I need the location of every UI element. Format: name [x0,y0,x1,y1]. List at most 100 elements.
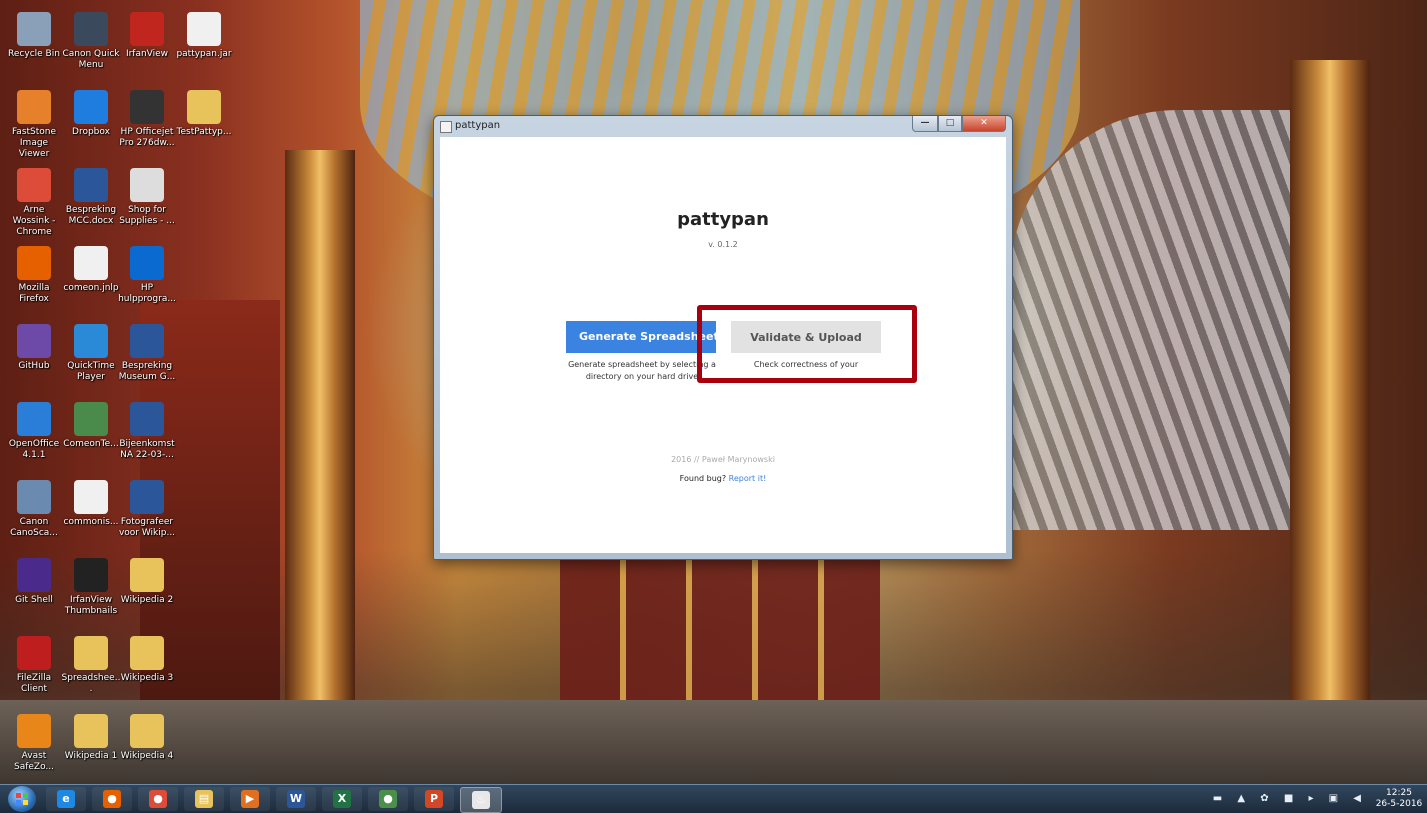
desktop-icon-label: Bespreking MCC.docx [65,205,117,226]
desktop-icon[interactable]: Avast SafeZo... [4,714,64,773]
taskbar-item[interactable]: X [322,787,362,811]
word-doc-icon [74,168,108,202]
canon-quick-menu-icon [74,12,108,46]
desktop-icon[interactable]: commonis... [61,480,121,528]
desktop-icon[interactable]: Wikipedia 2 [117,558,177,606]
desktop-icon[interactable]: Wikipedia 4 [117,714,177,762]
chrome-icon: ● [149,790,167,808]
maximize-button[interactable]: □ [938,116,962,132]
word-icon: W [287,790,305,808]
folder-icon [187,90,221,124]
desktop-icon[interactable]: Wikipedia 1 [61,714,121,762]
desktop-icon[interactable]: Spreadshee... [61,636,121,695]
wallpaper-floor [0,700,1427,784]
hp-icon [130,246,164,280]
desktop-icon-label: HP Officejet Pro 276dw... [119,127,175,148]
desktop-icon-label: Canon Quick Menu [62,49,120,70]
desktop-icon-label: Wikipedia 2 [120,595,174,605]
window-titlebar[interactable]: pattypan — □ ✕ [434,116,1012,136]
desktop-icon[interactable]: Git Shell [4,558,64,606]
internet-explorer-icon: e [57,790,75,808]
clock-time: 12:25 [1386,788,1412,798]
desktop-icon[interactable]: pattypan.jar [174,12,234,60]
highlight-annotation-box [697,305,917,383]
desktop-icon[interactable]: Fotografeer voor Wikip... [117,480,177,539]
folder-icon [130,558,164,592]
generate-spreadsheet-button[interactable]: Generate Spreadsheet [566,321,716,353]
wallpaper-shopfront [560,560,880,710]
desktop-icon[interactable]: Bijeenkomst NA 22-03-... [117,402,177,461]
taskbar: e ● ● ▤ ▶ W X ● P ♨ ▬ ▲ ✿ ■ ▸ ▣ ◀ 12:25 26-5-2016 [0,784,1427,813]
taskbar-item[interactable]: e [46,787,86,811]
bug-report-prefix: Found bug? [679,474,727,483]
word-doc-icon [130,480,164,514]
desktop-icon-label: Bijeenkomst NA 22-03-... [119,439,175,460]
desktop-icon[interactable]: Dropbox [61,90,121,138]
desktop-icon[interactable]: Bespreking Museum G... [117,324,177,383]
recycle-bin-icon [17,12,51,46]
desktop-icon[interactable]: GitHub [4,324,64,372]
taskbar-item[interactable]: ♨ [460,787,502,813]
desktop-icon-label: QuickTime Player [67,361,115,382]
desktop-icon[interactable]: QuickTime Player [61,324,121,383]
printer-icon [130,90,164,124]
desktop-icon[interactable]: Arne Wossink - Chrome [4,168,64,238]
irfanview-thumbnails-icon [74,558,108,592]
desktop-icon[interactable]: OpenOffice 4.1.1 [4,402,64,461]
desktop-icon-label: TestPattyp... [176,127,232,137]
taskbar-item[interactable]: ● [368,787,408,811]
taskbar-item[interactable]: ● [138,787,178,811]
desktop-icon[interactable]: IrfanView [117,12,177,60]
desktop-icon-label: ComeonTe... [63,439,119,449]
desktop-icon[interactable]: Wikipedia 3 [117,636,177,684]
desktop-icon-label: Wikipedia 1 [64,751,118,761]
desktop-icon-label: OpenOffice 4.1.1 [8,439,60,460]
taskbar-clock[interactable]: 12:25 26-5-2016 [1375,788,1423,810]
desktop-icon[interactable]: Canon Quick Menu [61,12,121,71]
report-bug-link[interactable]: Report it! [729,474,767,483]
media-player-icon: ▶ [241,790,259,808]
desktop-icon[interactable]: FastStone Image Viewer [4,90,64,160]
desktop-icon[interactable]: ComeonTe... [61,402,121,450]
taskbar-item[interactable]: ● [92,787,132,811]
start-button[interactable] [8,786,36,812]
excel-icon: X [333,790,351,808]
desktop-icon-label: Recycle Bin [8,49,60,59]
github-icon [17,324,51,358]
desktop-icon[interactable]: Bespreking MCC.docx [61,168,121,227]
chrome-icon: ● [379,790,397,808]
desktop-icon-label: FastStone Image Viewer [11,127,57,159]
windows-logo-icon [16,793,28,805]
desktop-icon-label: Shop for Supplies - ... [119,205,175,226]
taskbar-item[interactable]: ▶ [230,787,270,811]
file-explorer-icon: ▤ [195,790,213,808]
desktop-icon[interactable]: Mozilla Firefox [4,246,64,305]
desktop-icon[interactable]: FileZilla Client [4,636,64,695]
canon-scan-icon [17,480,51,514]
desktop-icon[interactable]: IrfanView Thumbnails [61,558,121,617]
desktop-icon-label: IrfanView Thumbnails [64,595,118,616]
desktop-icon[interactable]: HP hulpprogra... [117,246,177,305]
system-tray[interactable]: ▬ ▲ ✿ ■ ▸ ▣ ◀ [1213,793,1367,804]
close-button[interactable]: ✕ [962,116,1006,132]
desktop-icon[interactable]: TestPattyp... [174,90,234,138]
desktop-icon-label: IrfanView [125,49,169,59]
desktop-icon[interactable]: Canon CanoSca... [4,480,64,539]
app-title: pattypan [677,209,769,230]
taskbar-item[interactable]: P [414,787,454,811]
minimize-button[interactable]: — [912,116,938,132]
desktop-icon-label: commonis... [63,517,119,527]
desktop-icon[interactable]: comeon.jnlp [61,246,121,294]
taskbar-item[interactable]: W [276,787,316,811]
desktop-icon[interactable]: Shop for Supplies - ... [117,168,177,227]
desktop-icon-label: Mozilla Firefox [18,283,50,304]
folder-icon [74,636,108,670]
avast-icon [17,714,51,748]
window-controls: — □ ✕ [912,116,1006,132]
desktop-icon[interactable]: Recycle Bin [4,12,64,60]
taskbar-item[interactable]: ▤ [184,787,224,811]
desktop-icon[interactable]: HP Officejet Pro 276dw... [117,90,177,149]
git-shell-icon [17,558,51,592]
firefox-icon [17,246,51,280]
wallpaper-arch [1010,110,1290,530]
